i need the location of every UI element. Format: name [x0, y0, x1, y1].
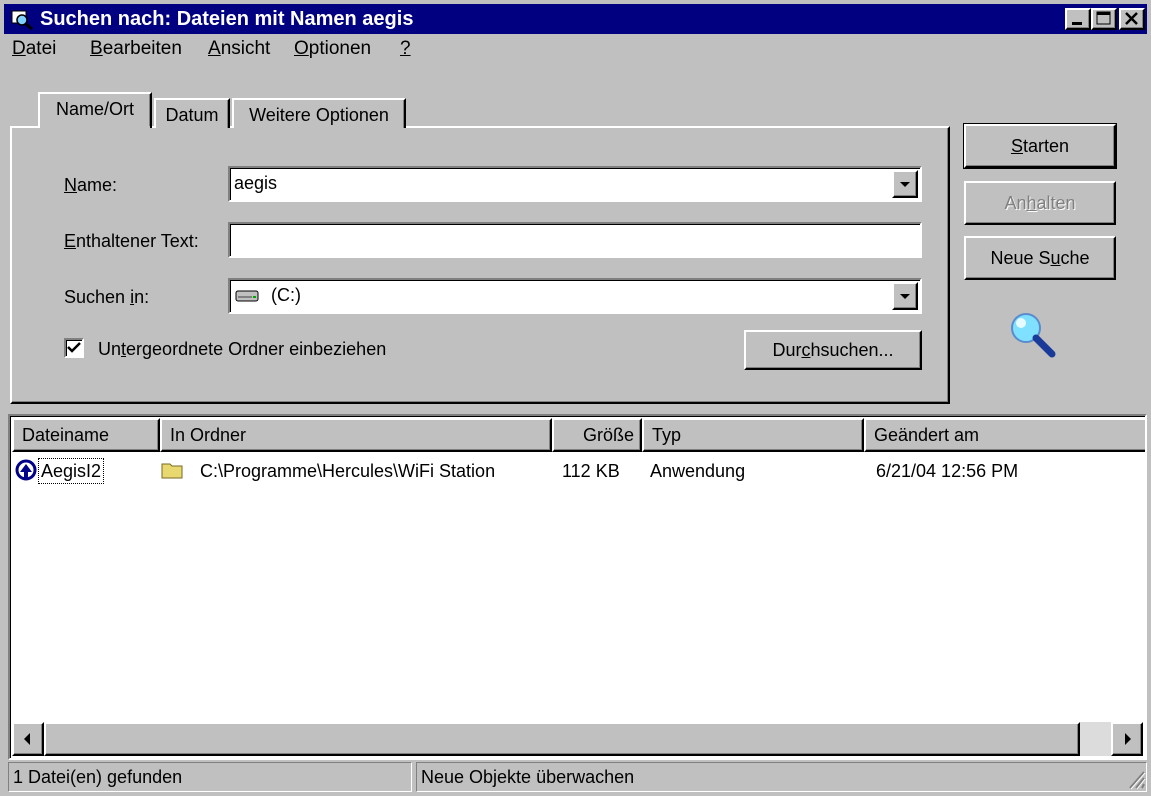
- lookin-combobox[interactable]: (C:): [228, 278, 922, 314]
- cell-filename[interactable]: AegisI2: [38, 458, 105, 484]
- tab-datum[interactable]: Datum: [154, 98, 230, 128]
- column-header-typ[interactable]: Typ: [642, 418, 864, 452]
- close-icon: [1125, 12, 1138, 25]
- column-header-groesse[interactable]: Größe: [552, 418, 642, 452]
- lookin-dropdown-button[interactable]: [892, 282, 918, 310]
- status-monitor: Neue Objekte überwachen: [416, 762, 1147, 792]
- text-label: Enthaltener Text:: [64, 231, 199, 251]
- menu-optionen[interactable]: Optionen: [294, 36, 371, 62]
- results-list[interactable]: Dateiname In Ordner Größe Typ Geändert a…: [8, 414, 1147, 760]
- application-icon: [14, 458, 38, 484]
- column-header-geaendert-am[interactable]: Geändert am: [864, 418, 1145, 452]
- find-files-window: Suchen nach: Dateien mit Namen aegis Dat…: [0, 0, 1151, 795]
- start-button[interactable]: Starten: [963, 123, 1117, 169]
- stop-button[interactable]: Anhalten: [964, 181, 1116, 225]
- chevron-down-icon: [900, 294, 910, 299]
- tab-weitere-optionen[interactable]: Weitere Optionen: [232, 98, 406, 128]
- close-button[interactable]: [1119, 8, 1145, 30]
- magnifier-icon: [1008, 310, 1058, 360]
- title-bar[interactable]: Suchen nach: Dateien mit Namen aegis: [4, 4, 1147, 34]
- hard-drive-icon: [234, 285, 262, 305]
- tab-name-ort[interactable]: Name/Ort: [38, 92, 152, 128]
- minimize-icon: [1072, 22, 1082, 25]
- subfolders-checkbox[interactable]: [64, 338, 84, 358]
- cell-modified: 6/21/04 12:56 PM: [876, 461, 1019, 481]
- column-header-in-ordner[interactable]: In Ordner: [160, 418, 552, 452]
- chevron-down-icon: [900, 182, 910, 187]
- new-search-button[interactable]: Neue Suche: [964, 236, 1116, 280]
- scroll-left-button[interactable]: [12, 722, 44, 756]
- lookin-value: (C:): [271, 285, 302, 305]
- folder-icon: [160, 458, 186, 484]
- name-input[interactable]: aegis: [234, 173, 277, 193]
- scroll-right-button[interactable]: [1111, 722, 1143, 756]
- tab-panel-name-ort: Name: aegis Enthaltener Text: Suchen in:…: [10, 126, 950, 404]
- menu-datei[interactable]: Datei: [12, 36, 56, 62]
- arrow-left-icon: [24, 733, 30, 745]
- active-tab-seam: [40, 126, 150, 129]
- search-window-icon[interactable]: [10, 8, 34, 31]
- menu-help[interactable]: ?: [400, 36, 411, 62]
- checkmark-icon: [67, 342, 81, 353]
- name-dropdown-button[interactable]: [892, 170, 918, 198]
- arrow-right-icon: [1125, 733, 1131, 745]
- column-header-dateiname[interactable]: Dateiname: [12, 418, 160, 452]
- menu-ansicht[interactable]: Ansicht: [208, 36, 270, 62]
- scrollbar-thumb[interactable]: [44, 722, 1080, 756]
- browse-button[interactable]: Durchsuchen...: [744, 330, 922, 370]
- text-input[interactable]: [228, 222, 922, 258]
- window-title: Suchen nach: Dateien mit Namen aegis: [40, 8, 414, 30]
- horizontal-scrollbar[interactable]: [12, 722, 1143, 756]
- minimize-button[interactable]: [1065, 8, 1091, 30]
- status-found: 1 Datei(en) gefunden: [8, 762, 412, 792]
- resize-grip-icon[interactable]: [1126, 768, 1146, 790]
- name-combobox[interactable]: aegis: [228, 166, 922, 202]
- menu-bearbeiten[interactable]: Bearbeiten: [90, 36, 182, 62]
- name-label: Name:: [64, 175, 118, 195]
- maximize-button[interactable]: [1091, 8, 1117, 30]
- subfolders-label[interactable]: Untergeordnete Ordner einbeziehen: [98, 338, 386, 360]
- lookin-label: Suchen in:: [64, 287, 150, 307]
- cell-folder: C:\Programme\Hercules\WiFi Station: [200, 461, 496, 481]
- cell-type: Anwendung: [650, 461, 746, 481]
- cell-size: 112 KB: [562, 461, 620, 481]
- maximize-icon: [1096, 11, 1111, 25]
